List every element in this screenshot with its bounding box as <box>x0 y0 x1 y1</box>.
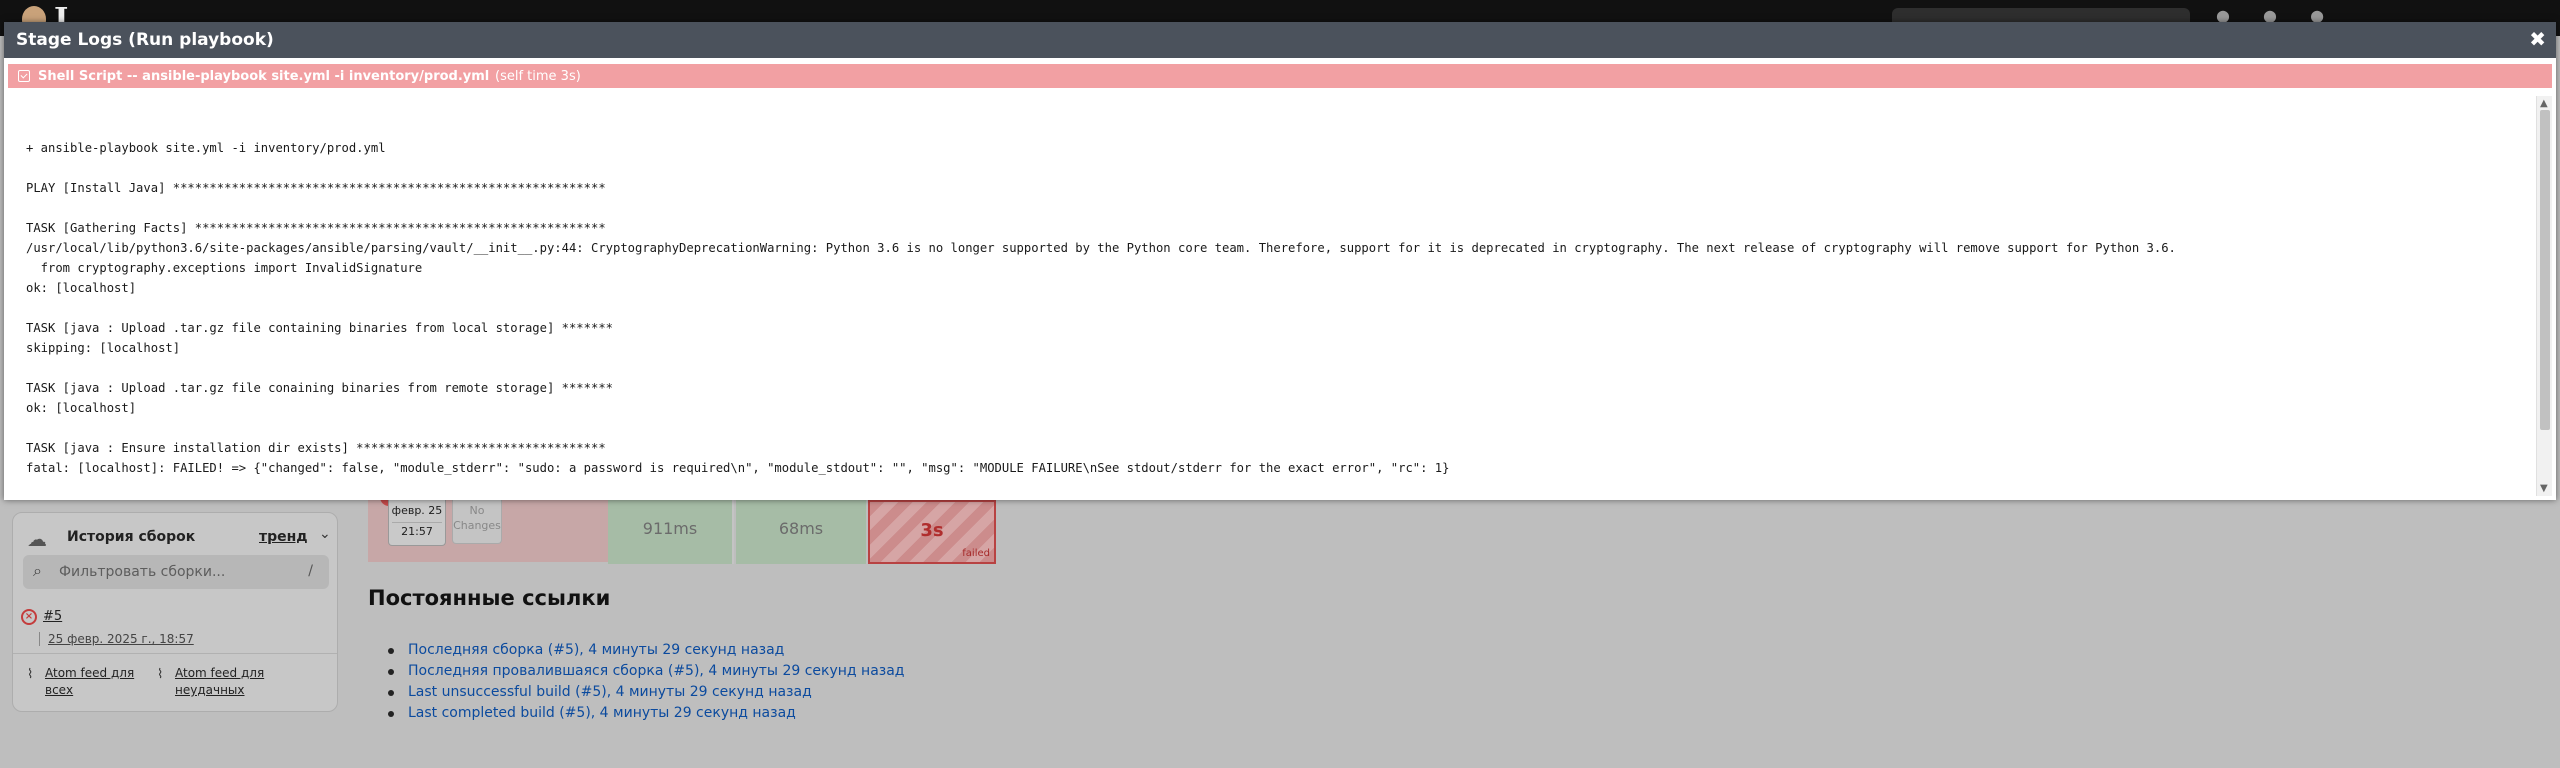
build-number-link[interactable]: #5 <box>43 609 62 624</box>
search-icon: ⌕ <box>33 561 42 580</box>
log-line: /usr/local/lib/python3.6/site-packages/a… <box>26 241 2176 255</box>
stage-build-time-text: 21:57 <box>401 525 433 538</box>
log-line: TASK [java : Upload .tar.gz file contain… <box>26 321 613 335</box>
weather-icon: ☁ <box>27 527 47 551</box>
log-line: TASK [Gathering Facts] *****************… <box>26 221 606 235</box>
step-label: Shell Script -- ansible-playbook site.ym… <box>38 69 490 84</box>
permalinks-title: Постоянные ссылки <box>368 586 611 610</box>
stage-cell-2[interactable]: 68ms <box>736 500 866 564</box>
stage-logs-modal: Stage Logs (Run playbook) ✖ Shell Script… <box>4 22 2556 500</box>
rss-icon: ⌇ <box>157 667 164 682</box>
log-line: TASK [java : Upload .tar.gz file conaini… <box>26 381 613 395</box>
log-line: TASK [java : Ensure installation dir exi… <box>26 441 606 455</box>
permalink-last-completed-build[interactable]: Last completed build (#5), 4 минуты 29 с… <box>386 703 904 724</box>
modal-title: Stage Logs (Run playbook) <box>16 30 274 50</box>
stage-build-date-text: февр. 25 <box>391 504 443 517</box>
close-icon[interactable]: ✖ <box>2529 27 2546 51</box>
rss-icon: ⌇ <box>27 667 34 682</box>
atom-feed-all-link[interactable]: Atom feed для всех <box>45 665 145 699</box>
stage-no-changes: No Changes <box>452 500 502 544</box>
console-log[interactable]: + ansible-playbook site.yml -i inventory… <box>8 96 2536 496</box>
build-date-link[interactable]: 25 февр. 2025 г., 18:57 <box>39 632 194 646</box>
build-history-title: История сборок <box>67 529 196 545</box>
log-line: ok: [localhost] <box>26 401 137 415</box>
log-line: skipping: [localhost] <box>26 341 181 355</box>
stage-cell-failed[interactable]: 3s failed <box>868 500 996 564</box>
log-line: fatal: [localhost]: FAILED! => {"changed… <box>26 461 1450 475</box>
log-line: ok: [localhost] <box>26 281 137 295</box>
step-self-time: (self time 3s) <box>495 69 581 84</box>
log-step-header[interactable]: Shell Script -- ansible-playbook site.ym… <box>8 64 2552 88</box>
trend-link[interactable]: тренд <box>259 529 308 545</box>
log-line: + ansible-playbook site.yml -i inventory… <box>26 141 386 155</box>
filter-shortcut: / <box>308 563 313 579</box>
build-history-widget: ☁ История сборок тренд ⌄ ⌕ Фильтровать с… <box>12 512 338 712</box>
log-lines: + ansible-playbook site.yml -i inventory… <box>26 138 2176 496</box>
permalink-last-failed-build[interactable]: Последняя провалившаяся сборка (#5), 4 м… <box>386 661 904 682</box>
permalinks-list: Последняя сборка (#5), 4 минуты 29 секун… <box>386 640 904 724</box>
divider <box>13 653 337 654</box>
log-line: from cryptography.exceptions import Inva… <box>26 261 423 275</box>
failed-icon: × <box>21 609 37 625</box>
permalink-last-build[interactable]: Последняя сборка (#5), 4 минуты 29 секун… <box>386 640 904 661</box>
atom-feed-failed-link[interactable]: Atom feed для неудачных <box>175 665 285 699</box>
stage-cell-1[interactable]: 911ms <box>608 500 734 564</box>
build-filter-input[interactable]: ⌕ Фильтровать сборки... / <box>23 555 329 589</box>
permalink-last-unsuccessful-build[interactable]: Last unsuccessful build (#5), 4 минуты 2… <box>386 682 904 703</box>
stage-failed-label: failed <box>962 548 990 559</box>
scroll-down-icon[interactable]: ▼ <box>2540 483 2548 494</box>
terminal-icon <box>18 70 30 82</box>
chevron-down-icon[interactable]: ⌄ <box>319 526 331 542</box>
modal-header: Stage Logs (Run playbook) ✖ <box>4 22 2556 58</box>
log-line: PLAY [Install Java] ********************… <box>26 181 606 195</box>
scroll-up-icon[interactable]: ▲ <box>2540 98 2548 109</box>
scroll-thumb[interactable] <box>2540 110 2550 430</box>
stage-duration: 911ms <box>642 519 698 538</box>
log-scrollbar[interactable]: ▲ ▼ <box>2536 96 2552 496</box>
stage-duration: 68ms <box>778 519 824 538</box>
stage-build-date[interactable]: февр. 25 21:57 <box>388 500 446 546</box>
stage-duration: 3s <box>920 520 944 541</box>
filter-placeholder: Фильтровать сборки... <box>59 564 226 580</box>
